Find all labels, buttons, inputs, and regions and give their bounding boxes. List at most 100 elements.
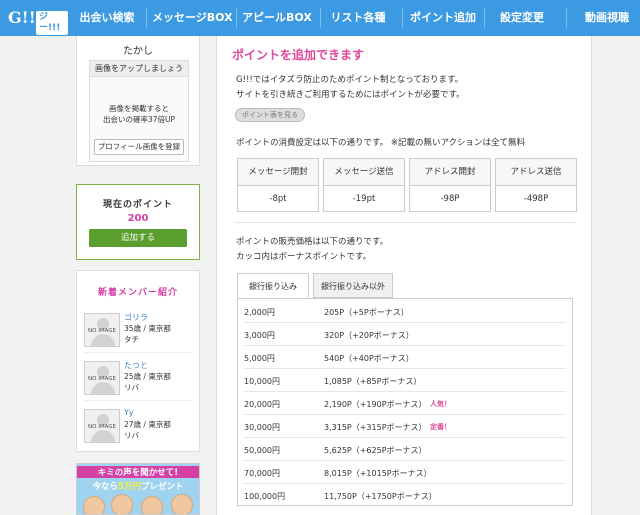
member-name[interactable]: たつと <box>124 360 148 371</box>
cost-action: アドレス送信 <box>496 159 576 186</box>
price-points: 320P（+20Pボーナス） <box>324 331 414 340</box>
member-age-area: 27歳 / 東京都 <box>124 420 171 429</box>
username: たかし <box>123 46 153 57</box>
cost-action: アドレス開封 <box>410 159 490 186</box>
nav-lists[interactable]: リスト各種 <box>328 0 388 36</box>
price-yen: 20,000円 <box>244 400 280 409</box>
cost-value: -498P <box>523 194 549 204</box>
price-yen: 100,000円 <box>244 492 286 501</box>
cost-action: メッセージ送信 <box>324 159 404 186</box>
price-points: 205P（+5Pボーナス） <box>324 308 409 317</box>
no-image-label: NO IMAGE <box>88 424 116 430</box>
price-yen: 50,000円 <box>244 446 280 455</box>
upload-card: 画像をアップしましょう 画像を掲載すると 出会いの確率37倍UP プロフィール画… <box>89 60 189 162</box>
price-points: 8,015P（+1015Pボーナス） <box>324 469 432 478</box>
price-points: 5,625P（+625Pボーナス） <box>324 446 427 455</box>
current-points-panel: 現在のポイント 200 追加する <box>76 184 200 260</box>
banner-highlight: 5万円 <box>118 482 141 492</box>
intro-text: G!!!ではイタズラ防止のためポイント制となっております。 <box>236 75 464 85</box>
nav-videos[interactable]: 動画視聴 <box>580 0 634 36</box>
upload-note-line: 出会いの確率37倍UP <box>102 115 176 124</box>
banner-face-illustration <box>171 494 193 514</box>
new-members-panel: 新着メンバー紹介 NO IMAGE ゴリラ 35歳 / 東京都 タチ NO IM… <box>76 270 200 452</box>
cost-action: メッセージ開封 <box>238 159 318 186</box>
upload-note-line: 画像を掲載すると <box>109 104 169 113</box>
no-image-label: NO IMAGE <box>88 376 116 382</box>
tab-other-payment[interactable]: 銀行振り込み以外 <box>313 273 393 298</box>
table-row: 20,000円 2,190P（+190Pボーナス） 人気！ <box>244 393 566 415</box>
intro-text: サイトを引き続きご利用するためにはポイントが必要です。 <box>236 90 465 100</box>
nav-appeal-box[interactable]: アピールBOX <box>242 0 312 36</box>
price-table: 2,000円 205P（+5Pボーナス） 3,000円 320P（+20Pボーナ… <box>237 298 573 506</box>
table-row: 50,000円 5,625P（+625Pボーナス） <box>244 439 566 461</box>
nav-search[interactable]: 出会い検索 <box>78 0 136 36</box>
current-points-value: 200 <box>127 213 149 224</box>
price-yen: 5,000円 <box>244 354 275 363</box>
table-row: 2,000円 205P（+5Pボーナス） <box>244 301 566 323</box>
table-row: 10,000円 1,085P（+85Pボーナス） <box>244 370 566 392</box>
nav-divider <box>566 8 567 28</box>
price-yen: 3,000円 <box>244 331 275 340</box>
member-age-area: 25歳 / 東京都 <box>124 372 171 381</box>
member-card[interactable]: NO IMAGE ゴリラ 35歳 / 東京都 タチ <box>84 311 192 353</box>
register-profile-image-button[interactable]: プロフィール画像を登録 <box>94 139 184 155</box>
view-points-table-button[interactable]: ポイント表を見る <box>235 108 305 122</box>
nav-divider <box>402 8 403 28</box>
member-name[interactable]: Yy <box>124 408 134 417</box>
cost-cell: メッセージ送信 -19pt <box>323 158 405 212</box>
member-role: リバ <box>124 383 139 392</box>
site-logo[interactable]: G!!! ジー!!! <box>6 4 68 35</box>
cost-value: -98P <box>440 194 460 204</box>
banner-face-illustration <box>111 494 133 514</box>
member-role: タチ <box>124 335 139 344</box>
tab-bank-transfer[interactable]: 銀行振り込み <box>237 273 309 298</box>
price-points: 1,085P（+85Pボーナス） <box>324 377 422 386</box>
avatar-body-shape <box>91 382 115 394</box>
table-row: 3,000円 320P（+20Pボーナス） <box>244 324 566 346</box>
cost-value: -19pt <box>352 194 376 204</box>
nav-settings[interactable]: 設定変更 <box>496 0 548 36</box>
banner-subline-post: プレゼント <box>140 482 184 492</box>
upload-heading: 画像をアップしましょう <box>90 61 188 77</box>
consumption-note: ポイントの消費設定は以下の通りです。 ※記載の無いアクションは全て無料 <box>236 138 526 148</box>
promo-banner[interactable]: キミの声を聞かせて! 今なら5万円プレゼント <box>76 463 200 515</box>
member-age-area: 35歳 / 東京都 <box>124 324 171 333</box>
price-yen: 70,000円 <box>244 469 280 478</box>
nav-message-box[interactable]: メッセージBOX <box>152 0 233 36</box>
main-content: ポイントを追加できます G!!!ではイタズラ防止のためポイント制となっております… <box>216 36 592 515</box>
sale-note: カッコ内はボーナスポイントです。 <box>236 252 372 262</box>
profile-panel: たかし 画像をアップしましょう 画像を掲載すると 出会いの確率37倍UP プロフ… <box>76 36 200 166</box>
nav-divider <box>146 8 147 28</box>
member-name[interactable]: ゴリラ <box>124 312 148 323</box>
price-yen: 10,000円 <box>244 377 280 386</box>
avatar: NO IMAGE <box>84 409 120 443</box>
banner-subline: 今なら5万円プレゼント <box>77 480 199 492</box>
table-row: 100,000円 11,750P（+1750Pボーナス） <box>244 485 566 507</box>
add-points-button[interactable]: 追加する <box>89 229 187 247</box>
avatar: NO IMAGE <box>84 361 120 395</box>
avatar-body-shape <box>91 334 115 346</box>
price-points: 2,190P（+190Pボーナス） <box>324 400 427 409</box>
price-badge: 人気！ <box>430 400 451 408</box>
price-badge: 定番！ <box>430 423 451 431</box>
banner-headline: キミの声を聞かせて! <box>77 466 199 478</box>
member-card[interactable]: NO IMAGE Yy 27歳 / 東京都 リバ <box>84 407 192 449</box>
avatar-body-shape <box>91 430 115 442</box>
cost-value: -8pt <box>269 194 287 204</box>
upload-note: 画像を掲載すると 出会いの確率37倍UP <box>90 103 188 125</box>
price-yen: 30,000円 <box>244 423 280 432</box>
price-points: 3,315P（+315Pボーナス） <box>324 423 427 432</box>
price-points: 11,750P（+1750Pボーナス） <box>324 492 437 501</box>
cost-cell: メッセージ開封 -8pt <box>237 158 319 212</box>
banner-subline-pre: 今なら <box>92 482 119 492</box>
table-row: 70,000円 8,015P（+1015Pボーナス） <box>244 462 566 484</box>
member-card[interactable]: NO IMAGE たつと 25歳 / 東京都 リバ <box>84 359 192 401</box>
price-yen: 2,000円 <box>244 308 275 317</box>
section-divider <box>235 222 575 223</box>
nav-add-points[interactable]: ポイント追加 <box>410 0 476 36</box>
nav-divider <box>236 8 237 28</box>
banner-face-illustration <box>141 496 163 514</box>
price-points: 540P（+40Pボーナス） <box>324 354 414 363</box>
nav-divider <box>484 8 485 28</box>
avatar: NO IMAGE <box>84 313 120 347</box>
